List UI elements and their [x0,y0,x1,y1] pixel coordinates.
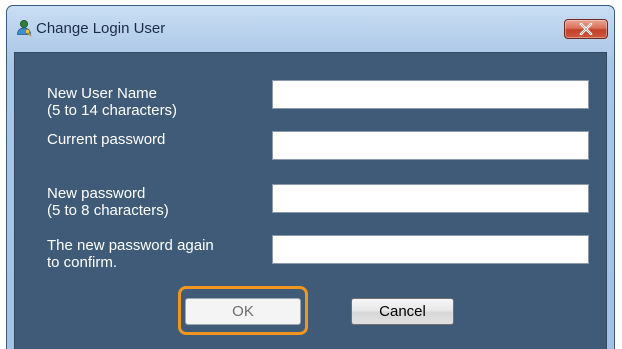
confirm-password-label: The new password again to confirm. [47,237,214,271]
current-password-label: Current password [47,131,165,148]
cancel-button[interactable]: Cancel [351,298,454,325]
close-icon [579,23,593,35]
title-bar[interactable]: Change Login User [7,6,614,52]
new-password-label: New password (5 to 8 characters) [47,185,169,219]
new-user-name-label: New User Name (5 to 14 characters) [47,85,177,119]
new-user-name-input[interactable] [272,80,589,109]
confirm-password-input[interactable] [272,235,589,264]
current-password-label-line1: Current password [47,131,166,148]
ok-button[interactable]: OK [185,298,301,325]
confirm-password-label-line1: The new password again [47,237,214,254]
dialog-body: New User Name (5 to 14 characters) Curre… [14,52,607,349]
confirm-password-label-line2: to confirm. [47,254,118,271]
change-login-user-dialog: Change Login User New User Name (5 to 14… [6,5,615,349]
close-button[interactable] [564,19,608,39]
new-password-label-line2: (5 to 8 characters) [47,202,169,219]
new-user-name-label-line2: (5 to 14 characters) [47,102,178,119]
current-password-input[interactable] [272,131,589,160]
new-password-input[interactable] [272,184,589,213]
user-key-icon [15,19,33,37]
new-password-label-line1: New password [47,185,146,202]
window-title: Change Login User [36,20,166,37]
new-user-name-label-line1: New User Name [47,85,158,102]
